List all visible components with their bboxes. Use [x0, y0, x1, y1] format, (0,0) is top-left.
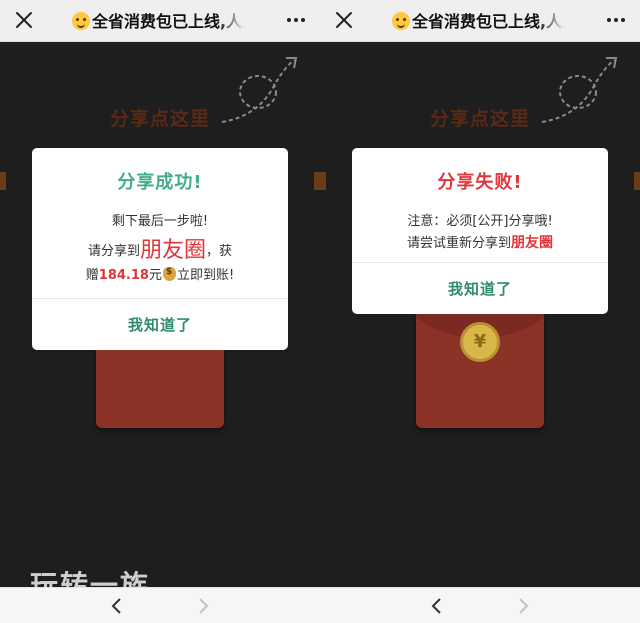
title-fade	[538, 8, 572, 34]
back-icon[interactable]	[108, 597, 126, 615]
decor-stripe	[0, 172, 6, 190]
forward-icon[interactable]	[194, 597, 212, 615]
close-icon[interactable]	[14, 10, 34, 30]
red-envelope[interactable]: ¥	[416, 310, 544, 428]
page-content: 分享点这里 玩转一族 分享成功! 剩下最后一步啦! 请分享到朋友圈，获 赠184…	[0, 42, 320, 587]
bottom-banner-text: 玩转一族	[30, 569, 151, 587]
page-content: 分享点这里 ¥ 分享失败! 注意：必须[公开]分享哦! 请尝试重新分享到朋友圈 …	[320, 42, 640, 587]
dialog-line-1: 注意：必须[公开]分享哦!	[407, 214, 553, 229]
dialog-title: 分享成功!	[117, 172, 203, 193]
back-icon[interactable]	[428, 597, 446, 615]
right-screen: 全省消费包已上线,人人 分享点这里 ¥ 分享失败! 注意：必须[公开]分享哦! …	[320, 0, 640, 623]
dialog-title: 分享失败!	[437, 172, 523, 193]
dialog-line-3: 赠184.18元立即到账!	[32, 264, 288, 283]
share-failed-dialog: 分享失败! 注意：必须[公开]分享哦! 请尝试重新分享到朋友圈 我知道了	[352, 148, 608, 314]
decor-stripe	[320, 172, 326, 190]
dialog-divider	[32, 298, 288, 299]
smiling-face-icon	[72, 12, 90, 30]
bottom-nav-bar	[320, 587, 640, 623]
dialog-line-1: 剩下最后一步啦!	[111, 214, 209, 229]
moments-highlight: 朋友圈	[511, 235, 553, 251]
left-screen: 全省消费包已上线,人人 分享点这里 玩转一族 分享成功! 剩下最后一步啦! 请分…	[0, 0, 320, 623]
decor-stripe	[634, 172, 640, 190]
coin-icon: ¥	[460, 322, 500, 362]
more-icon[interactable]	[606, 13, 626, 27]
share-hint-text: 分享点这里	[429, 108, 530, 130]
ok-button[interactable]: 我知道了	[32, 314, 288, 335]
ok-button[interactable]: 我知道了	[352, 278, 608, 299]
top-bar: 全省消费包已上线,人人	[320, 0, 640, 42]
share-success-dialog: 分享成功! 剩下最后一步啦! 请分享到朋友圈，获 赠184.18元立即到账! 我…	[32, 148, 288, 350]
dialog-line-2: 请分享到朋友圈，获	[87, 238, 233, 263]
moments-highlight: 朋友圈	[139, 238, 206, 263]
forward-icon[interactable]	[514, 597, 532, 615]
close-icon[interactable]	[334, 10, 354, 30]
top-bar: 全省消费包已上线,人人	[0, 0, 320, 42]
money-bag-icon	[162, 267, 176, 281]
share-hint-text: 分享点这里	[109, 108, 210, 130]
more-icon[interactable]	[286, 13, 306, 27]
bottom-nav-bar	[0, 587, 320, 623]
reward-amount: 184.18	[98, 268, 149, 283]
dialog-line-2: 请尝试重新分享到朋友圈	[406, 235, 553, 251]
smiling-face-icon	[392, 12, 410, 30]
title-fade	[218, 8, 252, 34]
dialog-divider	[352, 262, 608, 263]
